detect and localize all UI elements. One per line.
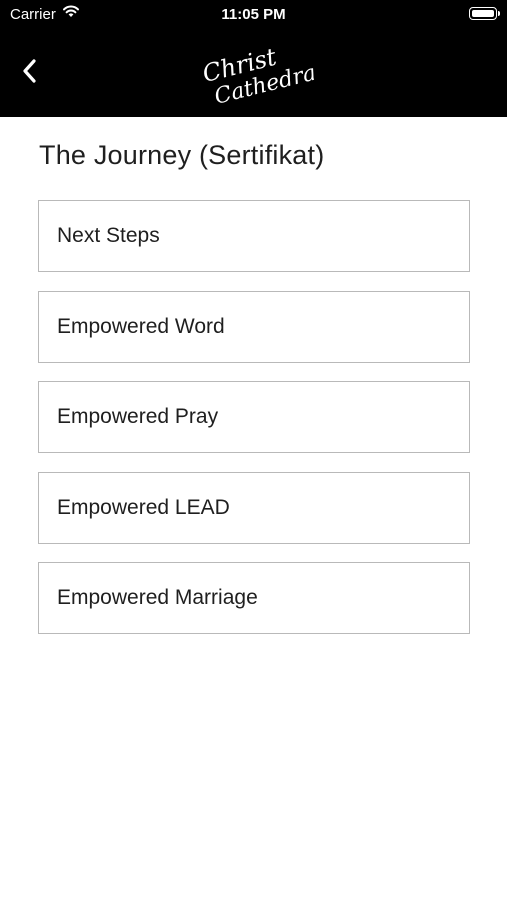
menu-item-empowered-marriage[interactable]: Empowered Marriage: [38, 562, 470, 634]
christ-cathedral-logo: Christ Cathedral: [200, 43, 314, 108]
menu-item-next-steps[interactable]: Next Steps: [38, 200, 470, 272]
menu-item-label: Empowered Word: [57, 314, 225, 338]
menu-item-empowered-lead[interactable]: Empowered LEAD: [38, 471, 470, 544]
menu-item-empowered-pray[interactable]: Empowered Pray: [38, 381, 470, 453]
menu-item-label: Empowered Pray: [57, 405, 219, 428]
menu-item-label: Empowered LEAD: [57, 495, 230, 519]
clock: 11:05 PM: [221, 6, 286, 23]
status-bar: Carrier 11:05 PM: [0, 0, 507, 28]
menu-item-label: Empowered Marriage: [57, 586, 258, 609]
battery-icon: [469, 7, 500, 20]
journey-menu: Next Steps Empowered Word Empowered Pray…: [38, 200, 470, 653]
top-bar: Carrier 11:05 PM Christ Cathedral: [0, 0, 507, 117]
back-button[interactable]: [14, 54, 44, 88]
page-title: The Journey (Sertifikat): [39, 140, 325, 170]
menu-item-label: Next Steps: [57, 224, 160, 247]
chevron-left-icon: [23, 59, 36, 83]
menu-item-empowered-word[interactable]: Empowered Word: [38, 290, 470, 363]
